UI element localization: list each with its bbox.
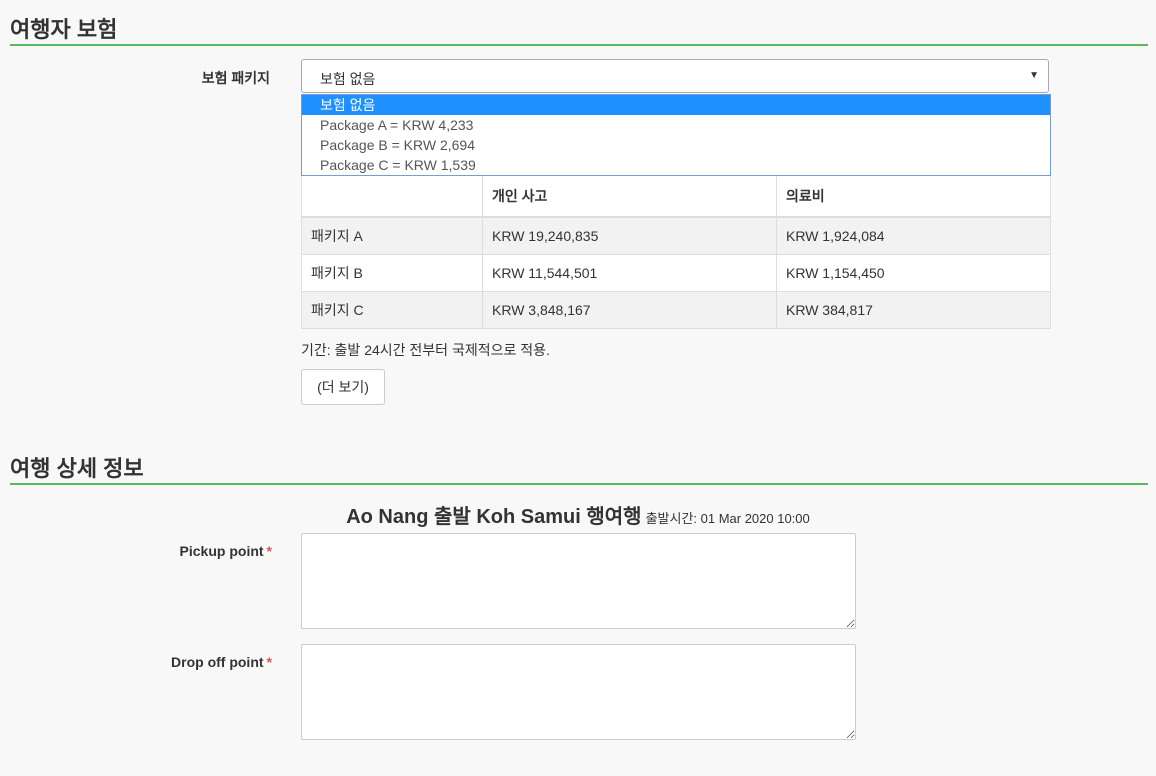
table-header-cell: 개인 사고	[482, 169, 777, 218]
table-cell: 패키지 A	[301, 216, 483, 255]
table-row: 패키지 B KRW 11,544,501 KRW 1,154,450	[301, 254, 1051, 292]
table-header-cell	[301, 169, 483, 218]
table-header-cell: 의료비	[776, 169, 1051, 218]
more-info-button[interactable]: (더 보기)	[301, 369, 385, 405]
table-cell: 패키지 C	[301, 291, 483, 329]
table-cell: KRW 1,154,450	[776, 254, 1051, 292]
section-divider	[10, 44, 1148, 46]
dropoff-label: Drop off point *	[100, 654, 272, 670]
trip-route-heading: Ao Nang 출발 Koh Samui 행여행 출발시간: 01 Mar 202…	[0, 500, 1156, 529]
pickup-label: Pickup point *	[100, 543, 272, 559]
insurance-section-title: 여행자 보험	[10, 17, 118, 42]
trip-section-title: 여행 상세 정보	[10, 456, 144, 481]
dropdown-option-package-b[interactable]: Package B = KRW 2,694	[302, 135, 1050, 155]
table-cell: KRW 19,240,835	[482, 216, 777, 255]
package-select[interactable]: 보험 없음 ▼	[301, 59, 1049, 93]
table-row: 패키지 C KRW 3,848,167 KRW 384,817	[301, 291, 1051, 329]
table-cell: KRW 384,817	[776, 291, 1051, 329]
dropoff-point-input[interactable]	[301, 644, 856, 740]
required-marker: *	[266, 543, 272, 559]
table-cell: KRW 11,544,501	[482, 254, 777, 292]
package-coverage-table: 개인 사고 의료비 패키지 A KRW 19,240,835 KRW 1,924…	[301, 169, 1051, 329]
required-marker: *	[266, 654, 272, 670]
coverage-period-text: 기간: 출발 24시간 전부터 국제적으로 적용.	[301, 342, 550, 358]
dropdown-option-none[interactable]: 보험 없음	[302, 95, 1050, 115]
pickup-label-text: Pickup point	[179, 543, 264, 559]
package-dropdown-list: 보험 없음 Package A = KRW 4,233 Package B = …	[301, 94, 1051, 176]
package-select-value: 보험 없음	[320, 71, 376, 87]
dropdown-option-package-c[interactable]: Package C = KRW 1,539	[302, 155, 1050, 175]
table-header-row: 개인 사고 의료비	[301, 169, 1051, 218]
dropoff-label-text: Drop off point	[171, 654, 264, 670]
package-label: 보험 패키지	[201, 70, 270, 86]
trip-route: Ao Nang 출발 Koh Samui 행여행	[346, 506, 642, 528]
table-cell: 패키지 B	[301, 254, 483, 292]
pickup-point-input[interactable]	[301, 533, 856, 629]
chevron-down-icon: ▼	[1029, 70, 1039, 81]
table-cell: KRW 3,848,167	[482, 291, 777, 329]
dropdown-option-package-a[interactable]: Package A = KRW 4,233	[302, 115, 1050, 135]
departure-time: 출발시간: 01 Mar 2020 10:00	[645, 511, 810, 526]
table-row: 패키지 A KRW 19,240,835 KRW 1,924,084	[301, 216, 1051, 255]
section-divider	[10, 483, 1148, 485]
table-cell: KRW 1,924,084	[776, 216, 1051, 255]
